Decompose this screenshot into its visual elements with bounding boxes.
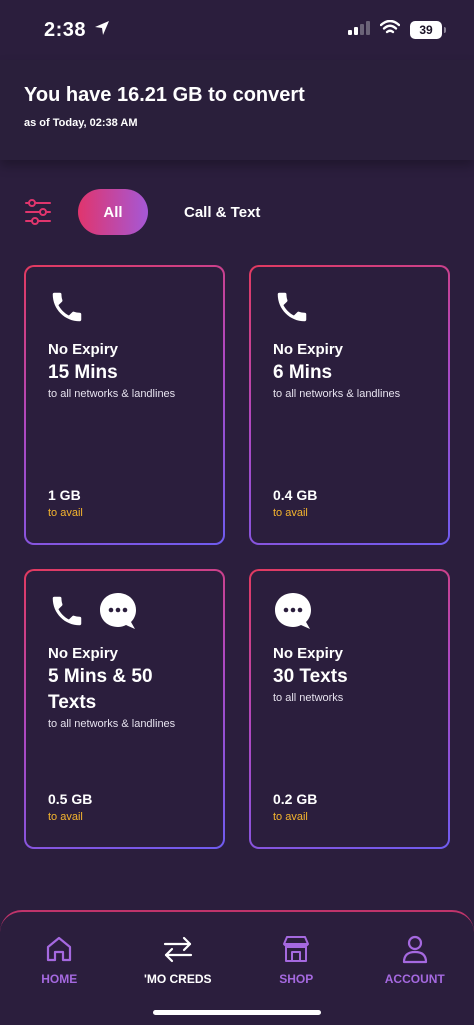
offer-card-icons (48, 289, 201, 329)
offer-card-icons (273, 591, 426, 636)
phone-icon (48, 288, 86, 331)
bottom-nav: HOME 'MO CREDS SHOP ACCOUNT (0, 910, 474, 1025)
offer-card[interactable]: No Expiry 30 Texts to all networks 0.2 G… (249, 569, 450, 849)
balance-title: You have 16.21 GB to convert (24, 84, 305, 106)
home-icon (44, 932, 74, 966)
offer-card-avail: to avail (273, 811, 308, 823)
offer-card-title: 15 Mins (48, 362, 118, 383)
offer-card[interactable]: No Expiry 6 Mins to all networks & landl… (249, 265, 450, 545)
status-right: 39 (348, 19, 446, 40)
offer-card-gb: 0.4 GB (273, 487, 318, 503)
nav-mo-creds-label: 'MO CREDS (143, 972, 212, 986)
offer-card-body: No Expiry 15 Mins to all networks & land… (26, 267, 223, 543)
offer-card-description: to all networks & landlines (273, 388, 401, 400)
location-arrow-icon (94, 20, 110, 41)
status-time: 2:38 (44, 18, 87, 41)
offer-card-kicker: No Expiry (48, 645, 119, 662)
offer-card-title: 6 Mins (273, 362, 333, 383)
swap-arrows-icon (162, 932, 194, 966)
offer-card-title: 30 Texts (273, 666, 348, 687)
offer-card-avail: to avail (273, 507, 308, 519)
offer-card-description: to all networks (273, 692, 344, 704)
offer-card-body: No Expiry 6 Mins to all networks & landl… (251, 267, 448, 543)
filter-row: All Call & Text (24, 189, 454, 235)
offer-card-kicker: No Expiry (273, 341, 344, 358)
nav-account-label: ACCOUNT (384, 972, 445, 986)
phone-icon (48, 592, 86, 635)
offer-card-body: No Expiry 30 Texts to all networks 0.2 G… (251, 571, 448, 847)
battery-indicator: 39 (410, 21, 446, 39)
offer-card-icons (273, 289, 426, 329)
offer-card-description: to all networks & landlines (48, 388, 176, 400)
filter-sliders-icon[interactable] (24, 197, 54, 227)
status-left: 2:38 (44, 19, 110, 42)
filter-chip-all[interactable]: All (78, 189, 148, 235)
chat-bubble-icon (273, 591, 313, 636)
offer-card-title: 5 Mins & 50 Texts (48, 666, 153, 713)
offer-card-gb: 1 GB (48, 487, 81, 503)
offer-card[interactable]: No Expiry 5 Mins & 50 Texts to all netwo… (24, 569, 225, 849)
offer-card-body: No Expiry 5 Mins & 50 Texts to all netwo… (26, 571, 223, 847)
balance-header: You have 16.21 GB to convert as of Today… (0, 60, 474, 160)
account-icon (400, 932, 430, 966)
screen: 2:38 39 You have 16.21 GB to convert as … (0, 0, 474, 1025)
nav-shop-label: SHOP (279, 972, 314, 986)
wifi-icon (379, 19, 401, 40)
shop-icon (280, 932, 312, 966)
offer-card-icons (48, 591, 201, 636)
signal-icon (348, 20, 370, 40)
filter-chip-call-text[interactable]: Call & Text (184, 204, 260, 221)
offer-card-description: to all networks & landlines (48, 718, 176, 730)
balance-timestamp: as of Today, 02:38 AM (24, 117, 138, 129)
offer-card-avail: to avail (48, 811, 83, 823)
offer-card[interactable]: No Expiry 15 Mins to all networks & land… (24, 265, 225, 545)
offer-card-gb: 0.5 GB (48, 791, 93, 807)
chat-bubble-icon (98, 591, 138, 636)
nav-account[interactable]: ACCOUNT (360, 932, 470, 1025)
status-bar: 2:38 39 (0, 0, 474, 60)
phone-icon (273, 288, 311, 331)
offer-card-gb: 0.2 GB (273, 791, 318, 807)
home-indicator[interactable] (153, 1010, 321, 1015)
nav-home[interactable]: HOME (4, 932, 114, 1025)
offer-card-kicker: No Expiry (273, 645, 344, 662)
offer-card-kicker: No Expiry (48, 341, 119, 358)
nav-home-label: HOME (41, 972, 78, 986)
offer-card-avail: to avail (48, 507, 83, 519)
